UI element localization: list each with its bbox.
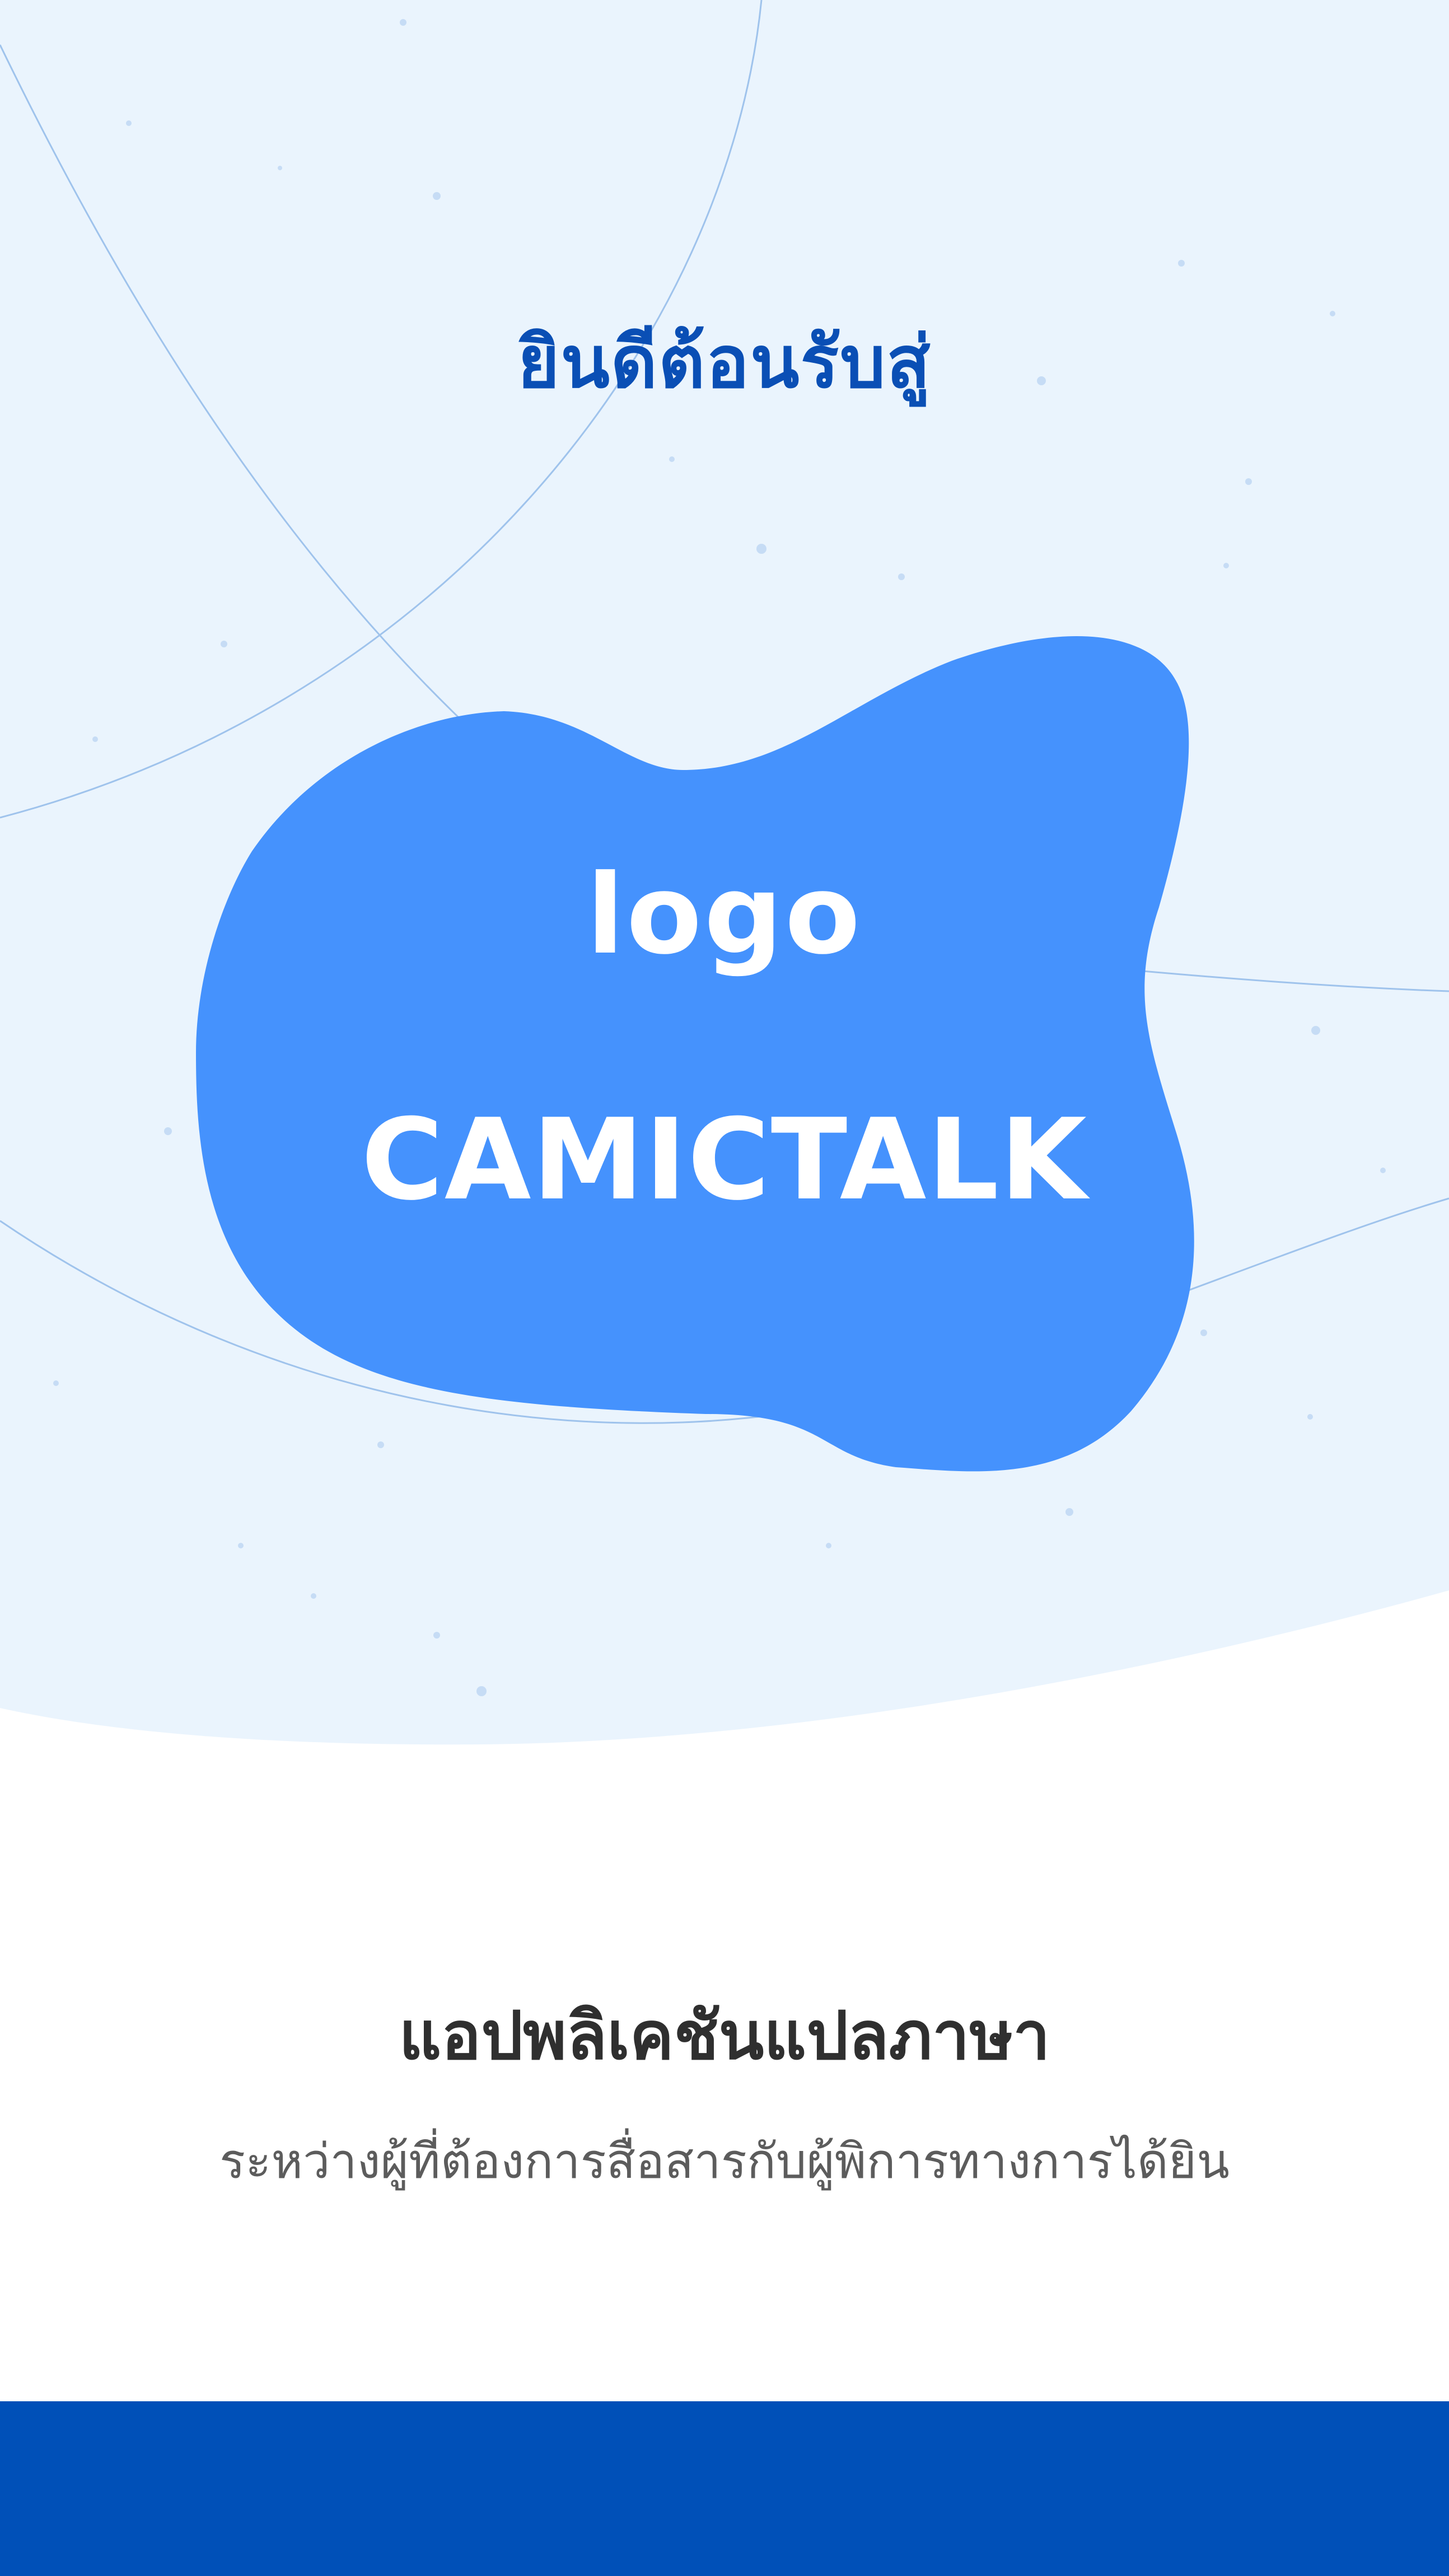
app-logo-name: CAMICTALK — [361, 1095, 1088, 1225]
welcome-screen: ยินดีต้อนรับสู่ logo CAMICTALK แอปพลิเคช… — [0, 0, 1449, 2576]
app-description-subtitle: ระหว่างผู้ที่ต้องการสื่อสารกับผู้พิการทา… — [219, 2134, 1230, 2190]
app-description-title: แอปพลิเคชันแปลภาษา — [399, 1997, 1050, 2074]
bottom-bar[interactable] — [0, 2401, 1449, 2576]
logo-placeholder-label: logo — [586, 851, 863, 979]
